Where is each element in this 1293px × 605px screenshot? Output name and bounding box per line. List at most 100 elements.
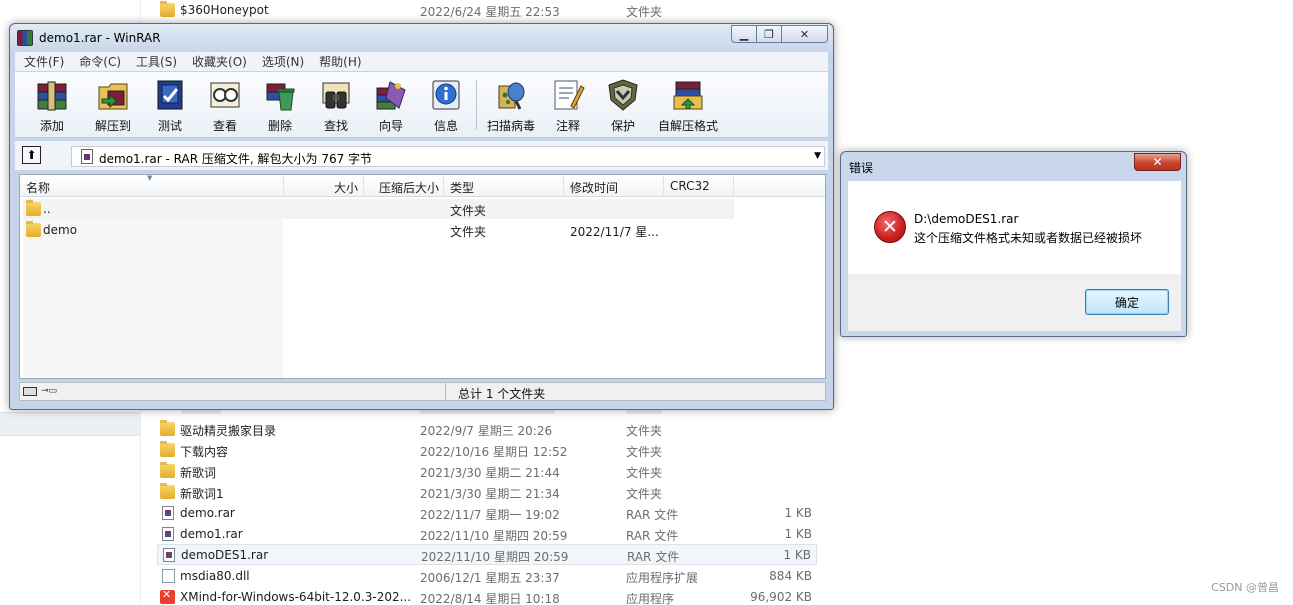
archive-row-demo[interactable]: demo 文件夹 2022/11/7 星... [23, 220, 734, 240]
restore-icon: ❐ [764, 27, 774, 41]
find-label: 查找 [323, 119, 348, 133]
extract-to-button[interactable]: 解压到 [85, 76, 141, 134]
add-button[interactable]: 添加 [27, 76, 77, 134]
file-row[interactable]: 新歌词 2021/3/30 星期二 21:44 文件夹 [157, 461, 817, 482]
dialog-footer: 确定 [848, 274, 1181, 331]
file-row[interactable]: XMind-for-Windows-64bit-12.0.3-202... 20… [157, 587, 817, 605]
comment-label: 注释 [555, 119, 580, 133]
dialog-close-button[interactable]: ✕ [1134, 153, 1181, 171]
scan-virus-icon [498, 82, 525, 110]
minimize-button[interactable]: ▁ [731, 25, 757, 43]
sfx-button[interactable]: 自解压格式 [652, 76, 724, 134]
close-button[interactable]: ✕ [782, 25, 828, 43]
info-button[interactable]: 信息 [421, 76, 471, 134]
menu-bar: 文件(F) 命令(C) 工具(S) 收藏夹(O) 选项(N) 帮助(H) [15, 52, 828, 71]
row-date: 2022/11/7 星... [570, 225, 659, 239]
column-crc-label: CRC32 [670, 179, 710, 193]
add-label: 添加 [39, 119, 64, 133]
file-size: 1 KB [784, 527, 812, 541]
column-packed-label: 压缩后大小 [378, 181, 439, 195]
column-packed[interactable]: 压缩后大小 [364, 175, 444, 197]
sfx-icon [673, 81, 703, 110]
file-date: 2021/3/30 星期二 21:44 [420, 466, 560, 480]
drive-icon[interactable] [23, 387, 37, 396]
extract-to-icon [98, 83, 128, 110]
ok-button[interactable]: 确定 [1085, 289, 1169, 315]
file-size: 1 KB [783, 548, 811, 562]
file-row[interactable]: 驱动精灵搬家目录 2022/9/7 星期三 20:26 文件夹 [157, 419, 817, 440]
key-icon[interactable]: ⊸▭ [41, 386, 57, 396]
column-name-label: 名称 [26, 181, 51, 195]
file-date: 2022/9/7 星期三 20:26 [420, 424, 553, 438]
file-row-selected[interactable]: demoDES1.rar 2022/11/10 星期四 20:59 RAR 文件… [157, 544, 817, 565]
menu-tools[interactable]: 工具(S) [127, 53, 183, 70]
file-row[interactable]: msdia80.dll 2006/12/1 星期五 23:37 应用程序扩展 8… [157, 566, 817, 587]
status-text: 总计 1 个文件夹 [458, 387, 546, 401]
test-button[interactable]: 测试 [145, 76, 195, 134]
file-type: 文件夹 [626, 424, 663, 438]
winrar-titlebar[interactable]: demo1.rar - WinRAR ▁ ❐ ✕ [10, 24, 833, 52]
column-type[interactable]: 类型 [444, 175, 564, 197]
column-crc[interactable]: CRC32 [664, 175, 734, 197]
parent-folder-icon [26, 200, 41, 216]
error-message: 这个压缩文件格式未知或者数据已经被损坏 [914, 231, 1143, 245]
winrar-window: demo1.rar - WinRAR ▁ ❐ ✕ 文件(F) 命令(C) 工具(… [9, 23, 834, 410]
add-archive-icon [37, 81, 67, 111]
archive-file-list[interactable]: 名称 ▼ 大小 压缩后大小 类型 修改时间 CRC32 .. 文件夹 demo … [19, 174, 826, 379]
file-row[interactable]: demo.rar 2022/11/7 星期一 19:02 RAR 文件 1 KB [157, 503, 817, 524]
dll-file-icon [162, 569, 175, 583]
sort-caret-icon: ▼ [147, 174, 153, 182]
menu-help[interactable]: 帮助(H) [310, 53, 367, 70]
file-date: 2006/12/1 星期五 23:37 [420, 571, 560, 585]
list-header: 名称 ▼ 大小 压缩后大小 类型 修改时间 CRC32 [20, 174, 825, 197]
rar-file-icon [162, 527, 174, 541]
column-size-label: 大小 [333, 181, 358, 195]
folder-icon [160, 441, 175, 457]
file-row[interactable]: demo1.rar 2022/11/10 星期四 20:59 RAR 文件 1 … [157, 524, 817, 545]
file-row[interactable]: 新歌词1 2021/3/30 星期二 21:34 文件夹 [157, 482, 817, 503]
file-type: RAR 文件 [626, 529, 679, 543]
menu-file[interactable]: 文件(F) [15, 53, 70, 70]
test-label: 测试 [157, 119, 182, 133]
extract-to-label: 解压到 [94, 119, 131, 133]
file-date: 2021/3/30 星期二 21:34 [420, 487, 560, 501]
address-field[interactable]: demo1.rar - RAR 压缩文件, 解包大小为 767 字节 ▼ [71, 146, 825, 167]
navigation-selected-item[interactable] [0, 412, 140, 436]
column-size[interactable]: 大小 [284, 175, 364, 197]
info-label: 信息 [433, 119, 458, 133]
maximize-button[interactable]: ❐ [757, 25, 782, 43]
test-archive-icon [157, 80, 183, 110]
find-button[interactable]: 查找 [311, 76, 361, 134]
caption-buttons: ▁ ❐ ✕ [731, 25, 828, 43]
comment-button[interactable]: 注释 [543, 76, 593, 134]
dialog-body: ✕ D:\demoDES1.rar 这个压缩文件格式未知或者数据已经被损坏 [848, 181, 1181, 274]
menu-favorites[interactable]: 收藏夹(O) [183, 53, 253, 70]
dropdown-arrow-icon[interactable]: ▼ [814, 151, 821, 161]
file-name: msdia80.dll [180, 569, 250, 583]
menu-options[interactable]: 选项(N) [253, 53, 310, 70]
toolbar-separator [476, 80, 477, 130]
view-label: 查看 [212, 119, 237, 133]
file-date: 2022/10/16 星期日 12:52 [420, 445, 568, 459]
file-row-honeypot[interactable]: $360Honeypot 2022/6/24 星期五 22:53 文件夹 [157, 0, 817, 21]
wizard-button[interactable]: 向导 [366, 76, 416, 134]
protect-label: 保护 [610, 119, 635, 133]
view-button[interactable]: 查看 [200, 76, 250, 134]
error-file-path: D:\demoDES1.rar [914, 212, 1019, 226]
file-date: 2022/8/14 星期日 10:18 [420, 592, 560, 605]
file-row[interactable]: 下载内容 2022/10/16 星期日 12:52 文件夹 [157, 440, 817, 461]
address-bar: ⬆ demo1.rar - RAR 压缩文件, 解包大小为 767 字节 ▼ [15, 141, 828, 171]
protect-button[interactable]: 保护 [598, 76, 648, 134]
file-size: 96,902 KB [750, 590, 812, 604]
toolbar: 添加 解压到 测试 查看 删除 查找 向导 信息 扫描病毒 注释 保护 自解压格… [15, 72, 828, 138]
delete-button[interactable]: 删除 [255, 76, 305, 134]
column-name[interactable]: 名称 ▼ [20, 174, 284, 197]
column-modified[interactable]: 修改时间 [564, 175, 664, 197]
menu-commands[interactable]: 命令(C) [70, 53, 127, 70]
archive-row-parent[interactable]: .. 文件夹 [23, 199, 734, 219]
winrar-app-icon[interactable] [17, 30, 33, 46]
file-type: 应用程序扩展 [626, 571, 699, 585]
scan-virus-button[interactable]: 扫描病毒 [481, 76, 541, 134]
file-name: 新歌词1 [180, 487, 224, 501]
up-folder-button[interactable]: ⬆ [22, 146, 41, 164]
